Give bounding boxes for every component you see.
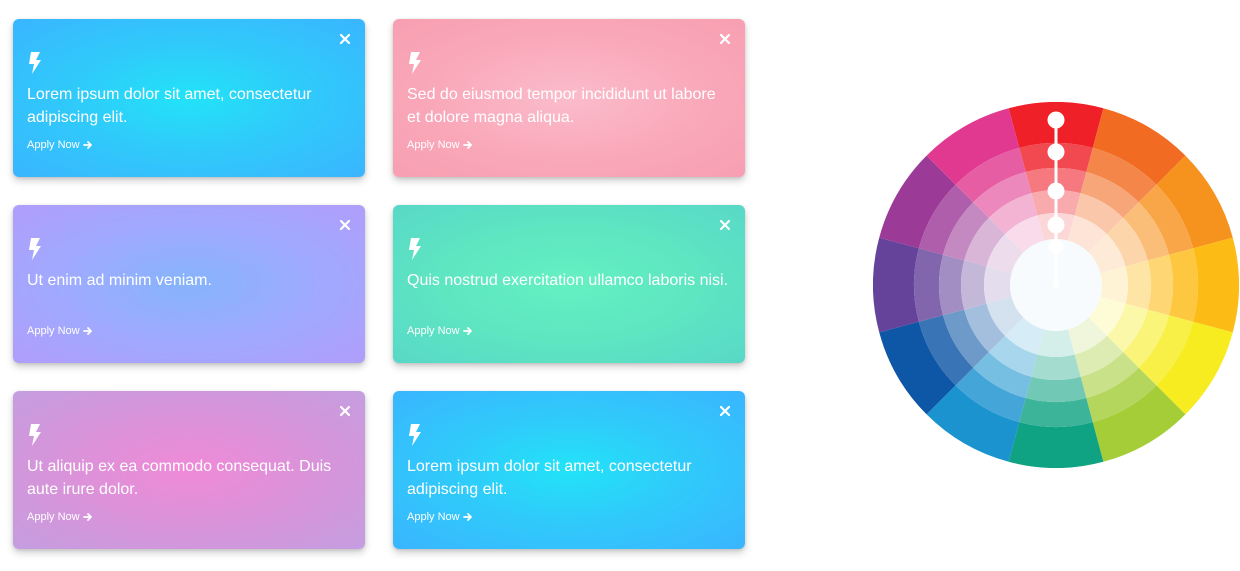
arrow-right-icon — [462, 327, 472, 335]
apply-now-link[interactable]: Apply Now — [27, 511, 93, 523]
card-message: Quis nostrud exercitation ullamco labori… — [407, 272, 729, 289]
apply-now-label: Apply Now — [407, 139, 460, 151]
shade-selector-knob[interactable] — [1047, 143, 1065, 161]
card-message: Ut enim ad minim veniam. — [27, 272, 212, 289]
notification-card: Lorem ipsum dolor sit amet, consectetur … — [13, 19, 365, 177]
close-icon[interactable] — [338, 404, 352, 418]
wheel-swatch[interactable] — [1125, 260, 1151, 310]
notification-card: Ut enim ad minim veniam. Apply Now — [13, 205, 365, 363]
bolt-icon — [407, 423, 423, 447]
shade-selector-knob[interactable] — [1047, 182, 1065, 200]
color-wheel[interactable] — [873, 102, 1239, 468]
wheel-swatch[interactable] — [939, 254, 965, 316]
arrow-right-icon — [462, 141, 472, 149]
card-message: Lorem ipsum dolor sit amet, consectetur … — [407, 458, 692, 498]
apply-now-link[interactable]: Apply Now — [27, 139, 93, 151]
shade-selector-knob[interactable] — [1049, 240, 1063, 254]
notification-card: Sed do eiusmod tempor incididunt ut labo… — [393, 19, 745, 177]
arrow-right-icon — [462, 513, 472, 521]
arrow-right-icon — [82, 327, 92, 335]
card-message: Sed do eiusmod tempor incididunt ut labo… — [407, 86, 716, 126]
card-message: Ut aliquip ex ea commodo consequat. Duis… — [27, 458, 332, 498]
wheel-swatch[interactable] — [961, 260, 987, 310]
bolt-icon — [27, 237, 43, 261]
close-icon[interactable] — [338, 218, 352, 232]
notification-card: Ut aliquip ex ea commodo consequat. Duis… — [13, 391, 365, 549]
wheel-swatch[interactable] — [1019, 398, 1093, 427]
apply-now-link[interactable]: Apply Now — [407, 139, 473, 151]
card-message: Lorem ipsum dolor sit amet, consectetur … — [27, 86, 312, 126]
close-icon[interactable] — [718, 404, 732, 418]
apply-now-label: Apply Now — [27, 511, 80, 523]
wheel-swatch[interactable] — [1031, 354, 1081, 380]
apply-now-link[interactable]: Apply Now — [27, 325, 93, 337]
shade-selector-knob[interactable] — [1047, 111, 1065, 129]
apply-now-label: Apply Now — [407, 511, 460, 523]
bolt-icon — [27, 51, 43, 75]
wheel-swatch[interactable] — [1147, 254, 1173, 316]
apply-now-link[interactable]: Apply Now — [407, 511, 473, 523]
apply-now-label: Apply Now — [27, 325, 80, 337]
close-icon[interactable] — [338, 32, 352, 46]
wheel-swatch[interactable] — [914, 248, 943, 322]
wheel-swatch[interactable] — [1008, 422, 1104, 468]
wheel-swatch[interactable] — [873, 237, 919, 333]
bolt-icon — [407, 51, 423, 75]
arrow-right-icon — [82, 513, 92, 521]
wheel-swatch[interactable] — [1169, 248, 1198, 322]
wheel-swatch[interactable] — [1025, 376, 1087, 402]
close-icon[interactable] — [718, 218, 732, 232]
wheel-swatch[interactable] — [1193, 237, 1239, 333]
notification-card: Lorem ipsum dolor sit amet, consectetur … — [393, 391, 745, 549]
notification-card: Quis nostrud exercitation ullamco labori… — [393, 205, 745, 363]
bolt-icon — [27, 423, 43, 447]
close-icon[interactable] — [718, 32, 732, 46]
apply-now-label: Apply Now — [407, 325, 460, 337]
shade-selector-knob[interactable] — [1047, 216, 1065, 234]
wheel-center-dot — [1052, 281, 1060, 289]
apply-now-label: Apply Now — [27, 139, 80, 151]
arrow-right-icon — [82, 141, 92, 149]
bolt-icon — [407, 237, 423, 261]
apply-now-link[interactable]: Apply Now — [407, 325, 473, 337]
